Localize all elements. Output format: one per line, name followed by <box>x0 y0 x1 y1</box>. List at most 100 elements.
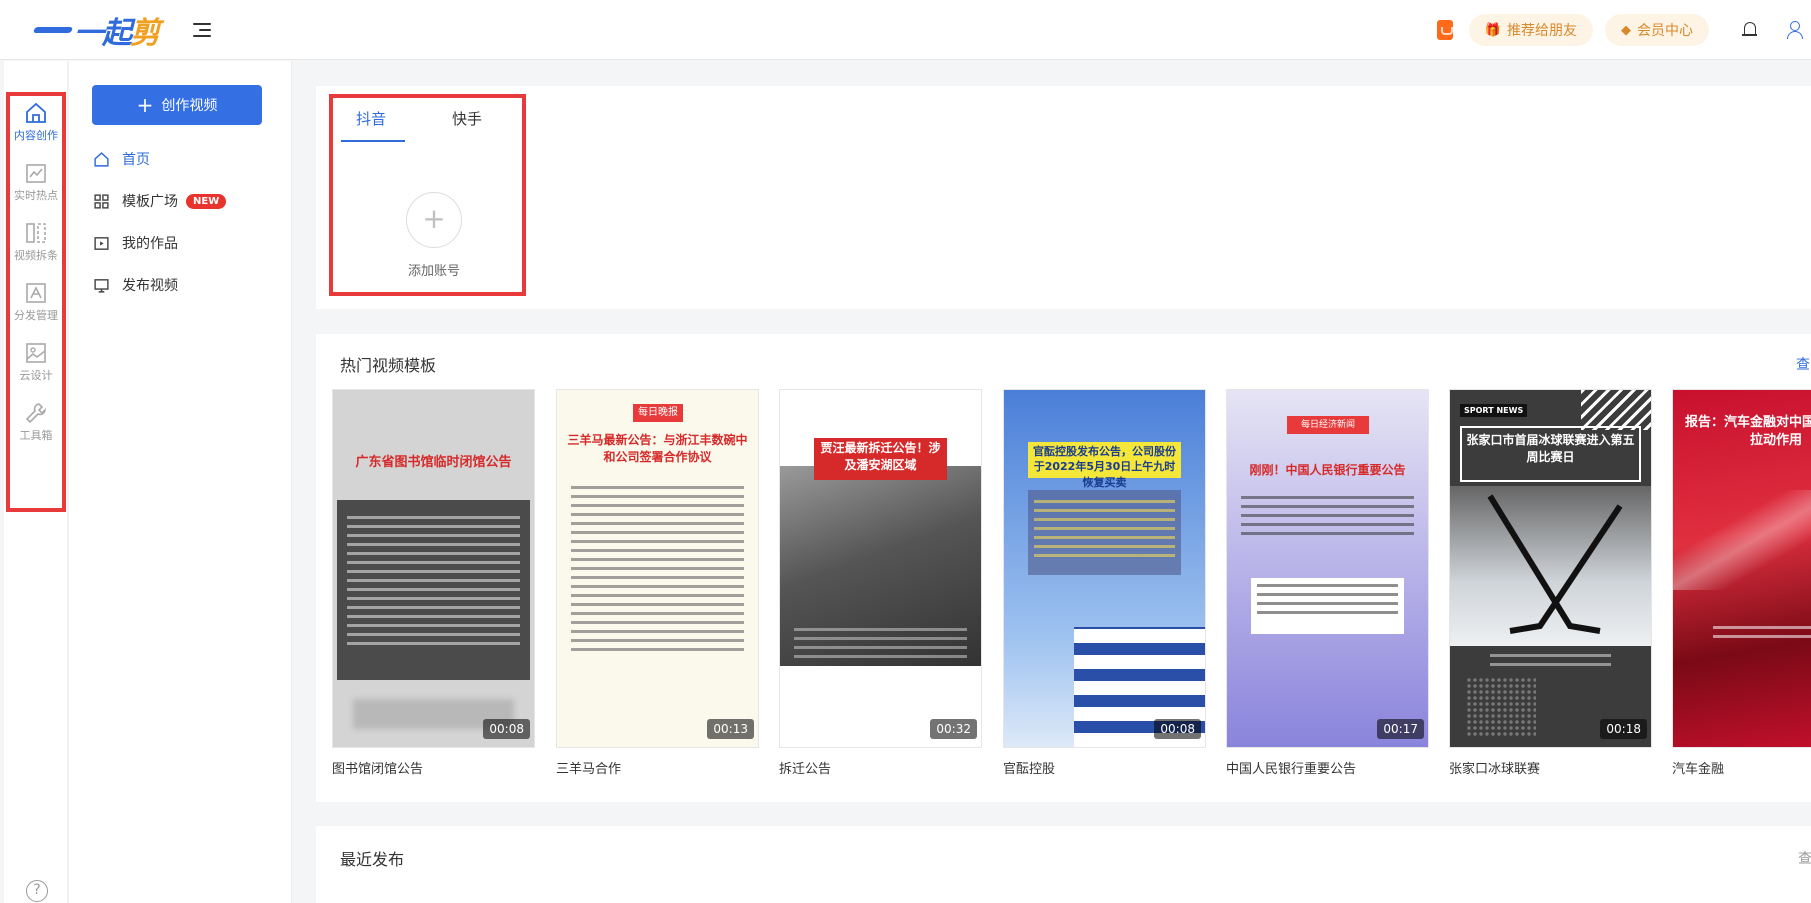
header-actions: 🎁 推荐给朋友 ◆ 会员中心 <box>1436 12 1811 48</box>
hockey-sticks-icon <box>1487 494 1623 634</box>
text-lines <box>347 510 520 651</box>
recommend-label: 推荐给朋友 <box>1507 23 1577 39</box>
recent-published-title: 最近发布 <box>340 850 405 869</box>
template-tag: 每日经济新闻 <box>1287 416 1369 434</box>
tab-douyin[interactable]: 抖音 <box>356 108 386 129</box>
create-video-button[interactable]: + 创作视频 <box>92 85 262 125</box>
plus-icon: + <box>136 93 154 117</box>
recent-published-panel <box>316 826 1811 903</box>
user-icon[interactable] <box>1785 19 1805 41</box>
play-box-icon <box>94 236 109 250</box>
template-name: 官酝控股 <box>1003 762 1056 777</box>
duration-badge: 00:17 <box>1377 719 1424 739</box>
distribute-icon <box>26 283 46 303</box>
trend-chart-icon <box>26 164 46 183</box>
rail-item-video-split[interactable]: 视频拆条 <box>4 213 68 275</box>
template-thumbnail: 每日经济新闻 刚刚！中国人民银行重要公告 00:17 <box>1226 389 1429 748</box>
template-thumbnail: 贾汪最新拆迁公告！涉及潘安湖区域 00:32 <box>779 389 982 748</box>
diamond-icon: ◆ <box>1621 22 1631 38</box>
account-panel <box>316 86 1811 309</box>
image-icon <box>26 343 46 363</box>
duration-badge: 00:32 <box>930 719 977 739</box>
text-lines <box>1713 620 1811 644</box>
add-account-button[interactable]: + <box>406 192 462 248</box>
template-card-auto-finance[interactable]: 报告：汽车金融对中国销量增长拉动作用 汽车金融 <box>1672 389 1811 777</box>
rail-item-label: 云设计 <box>19 369 53 382</box>
grid-icon <box>94 193 109 209</box>
template-headline: 张家口市首届冰球联赛进入第五周比赛日 <box>1466 433 1635 464</box>
rail-item-label: 实时热点 <box>14 189 58 202</box>
rail-item-label: 内容创作 <box>14 129 58 142</box>
template-name: 张家口冰球联赛 <box>1449 762 1541 777</box>
template-card-sanyangma[interactable]: 每日晚报 三羊马最新公告：与浙江丰数碗中和公司签署合作协议 00:13 三羊马合… <box>556 389 759 777</box>
member-center-button[interactable]: ◆ 会员中心 <box>1605 14 1709 46</box>
nav-item-label: 发布视频 <box>122 278 178 294</box>
app-logo[interactable]: 一起剪 <box>32 12 160 51</box>
top-header: 一起剪 🎁 推荐给朋友 ◆ 会员中心 <box>0 0 1811 60</box>
logo-text: 一起剪 <box>74 16 160 51</box>
secondary-nav: + 创作视频 首页 模板广场 NEW 我的作品 发布视频 <box>69 61 292 903</box>
template-card-library[interactable]: 广东省图书馆临时闭馆公告 00:08 图书馆闭馆公告 <box>332 389 535 777</box>
recommend-friend-button[interactable]: 🎁 推荐给朋友 <box>1468 14 1593 46</box>
recent-more-link[interactable]: 查 <box>1798 848 1811 868</box>
tab-kuaishou[interactable]: 快手 <box>452 108 482 129</box>
nav-item-home[interactable]: 首页 <box>93 147 150 171</box>
gift-icon: 🎁 <box>1484 22 1501 38</box>
hot-templates-more-link[interactable]: 查 <box>1796 354 1810 374</box>
text-lines <box>794 622 967 664</box>
rail-item-toolbox[interactable]: 工具箱 <box>4 393 68 455</box>
template-name: 三羊马合作 <box>556 762 622 777</box>
template-tag: 每日晚报 <box>633 404 683 422</box>
template-card-hockey[interactable]: SPORT NEWS 张家口市首届冰球联赛进入第五周比赛日 00:18 张家口冰… <box>1449 389 1652 777</box>
gift-box-icon[interactable] <box>1436 20 1453 40</box>
template-thumbnail: 报告：汽车金融对中国销量增长拉动作用 <box>1672 389 1811 748</box>
text-lines <box>1257 578 1398 620</box>
create-video-label: 创作视频 <box>161 98 218 114</box>
template-name: 汽车金融 <box>1672 762 1725 777</box>
hot-templates-title: 热门视频模板 <box>340 356 437 375</box>
text-lines <box>1034 494 1175 563</box>
text-lines <box>571 480 744 657</box>
icon-rail: 内容创作 实时热点 视频拆条 分发管理 云设计 工具箱 ? <box>4 61 68 903</box>
template-headline: 广东省图书馆临时闭馆公告 <box>355 455 512 470</box>
template-thumbnail: 广东省图书馆临时闭馆公告 00:08 <box>332 389 535 748</box>
bell-icon[interactable] <box>1739 19 1761 41</box>
template-headline: 报告：汽车金融对中国销量增长拉动作用 <box>1684 415 1811 449</box>
text-lines <box>1241 490 1414 541</box>
template-name: 拆迁公告 <box>779 762 832 777</box>
rail-item-label: 视频拆条 <box>14 249 58 262</box>
template-card-guanyun[interactable]: 官酝控股发布公告，公司股份于2022年5月30日上午九时恢复买卖 00:08 官… <box>1003 389 1206 777</box>
template-name: 图书馆闭馆公告 <box>332 762 424 777</box>
logo-dash <box>32 27 74 33</box>
template-card-pboc[interactable]: 每日经济新闻 刚刚！中国人民银行重要公告 00:17 中国人民银行重要公告 <box>1226 389 1429 777</box>
add-account-label: 添加账号 <box>407 264 460 279</box>
rail-item-cloud-design[interactable]: 云设计 <box>4 333 68 395</box>
nav-item-my-works[interactable]: 我的作品 <box>93 231 178 255</box>
home-icon <box>26 102 46 123</box>
rail-item-realtime-hot[interactable]: 实时热点 <box>4 153 68 215</box>
nav-item-publish-video[interactable]: 发布视频 <box>93 273 178 297</box>
rail-item-distribution[interactable]: 分发管理 <box>4 273 68 335</box>
template-name: 中国人民银行重要公告 <box>1226 762 1357 777</box>
rail-item-content-creation[interactable]: 内容创作 <box>4 93 68 155</box>
wrench-icon <box>25 403 47 424</box>
member-label: 会员中心 <box>1637 23 1693 39</box>
template-card-demolition[interactable]: 贾汪最新拆迁公告！涉及潘安湖区域 00:32 拆迁公告 <box>779 389 982 777</box>
plus-icon: + <box>422 202 446 235</box>
duration-badge: 00:08 <box>1154 719 1201 739</box>
rail-item-label: 工具箱 <box>19 429 53 442</box>
publish-icon <box>94 278 109 293</box>
template-thumbnail: 每日晚报 三羊马最新公告：与浙江丰数碗中和公司签署合作协议 00:13 <box>556 389 759 748</box>
collapse-menu-icon[interactable] <box>190 18 214 42</box>
nav-item-template-square[interactable]: 模板广场 NEW <box>93 189 227 213</box>
help-icon[interactable]: ? <box>26 880 48 902</box>
template-thumbnail: 官酝控股发布公告，公司股份于2022年5月30日上午九时恢复买卖 00:08 <box>1003 389 1206 748</box>
duration-badge: 00:08 <box>483 719 530 739</box>
template-thumbnail: SPORT NEWS 张家口市首届冰球联赛进入第五周比赛日 00:18 <box>1449 389 1652 748</box>
rail-item-label: 分发管理 <box>14 309 58 322</box>
template-tag: SPORT NEWS <box>1460 404 1528 417</box>
home-icon <box>94 151 109 167</box>
nav-item-label: 模板广场 <box>122 194 178 210</box>
split-icon <box>26 223 46 243</box>
nav-item-label: 首页 <box>122 152 150 168</box>
